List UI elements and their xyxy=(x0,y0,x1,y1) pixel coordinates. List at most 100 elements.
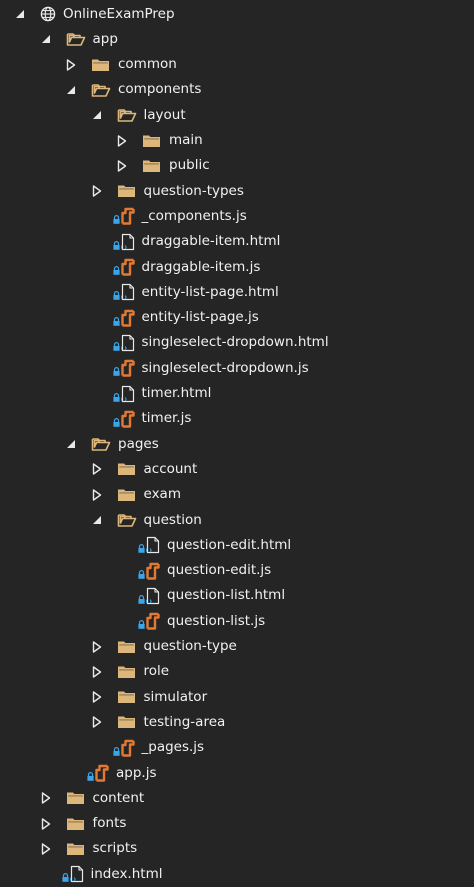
solution-explorer-tree: OnlineExamPrep app common components layout m… xyxy=(0,0,474,886)
folder-icon xyxy=(117,487,137,503)
collapsed-arrow-icon[interactable] xyxy=(89,487,105,503)
collapsed-arrow-icon[interactable] xyxy=(89,714,105,730)
html-file-icon xyxy=(120,233,135,251)
collapsed-arrow-icon[interactable] xyxy=(89,183,105,199)
tree-item[interactable]: _components.js xyxy=(0,204,474,229)
expanded-arrow-icon[interactable] xyxy=(38,31,54,47)
expanded-arrow-icon[interactable] xyxy=(89,107,105,123)
tree-item[interactable]: index.html xyxy=(0,862,474,887)
collapsed-arrow-icon[interactable] xyxy=(89,461,105,477)
expanded-arrow-icon[interactable] xyxy=(89,512,105,528)
tree-item-label: singleselect-dropdown.html xyxy=(141,334,329,351)
tree-item[interactable]: singleselect-dropdown.html xyxy=(0,330,474,355)
tree-item[interactable]: draggable-item.html xyxy=(0,229,474,254)
javascript-file-icon xyxy=(120,258,135,276)
tree-item[interactable]: question-edit.html xyxy=(0,533,474,558)
html-file-icon xyxy=(120,385,135,403)
collapsed-arrow-icon[interactable] xyxy=(89,664,105,680)
tree-item[interactable]: app.js xyxy=(0,761,474,786)
folder-icon xyxy=(117,639,137,655)
tree-item-label: entity-list-page.html xyxy=(141,283,279,300)
tree-item-label: timer.html xyxy=(141,385,212,401)
tree-item[interactable]: public xyxy=(0,153,474,178)
collapsed-arrow-icon[interactable] xyxy=(38,790,54,806)
tree-item[interactable]: scripts xyxy=(0,836,474,861)
folder-icon xyxy=(117,461,137,477)
tree-item[interactable]: main xyxy=(0,128,474,153)
tree-item-label: main xyxy=(169,132,203,148)
tree-item[interactable]: question-type xyxy=(0,634,474,659)
tree-item-label: layout xyxy=(143,106,186,123)
lock-icon xyxy=(112,740,120,756)
tree-item[interactable]: exam xyxy=(0,482,474,507)
tree-item-label: question-edit.js xyxy=(167,562,272,579)
tree-item[interactable]: entity-list-page.html xyxy=(0,280,474,305)
tree-item[interactable]: entity-list-page.js xyxy=(0,305,474,330)
tree-item-label: question-list.js xyxy=(167,612,266,629)
tree-item-label: pages xyxy=(118,435,159,452)
tree-item[interactable]: pages xyxy=(0,432,474,457)
lock-icon xyxy=(112,411,120,427)
expanded-arrow-icon[interactable] xyxy=(12,6,28,22)
tree-item-label: question-types xyxy=(143,182,244,199)
tree-item[interactable]: fonts xyxy=(0,811,474,836)
lock-icon xyxy=(138,563,145,579)
tree-item[interactable]: draggable-item.js xyxy=(0,255,474,280)
folder-icon xyxy=(117,714,137,730)
tree-item-label: common xyxy=(118,56,177,73)
lock-icon xyxy=(87,765,94,781)
javascript-file-icon xyxy=(95,764,109,782)
collapsed-arrow-icon[interactable] xyxy=(38,816,54,832)
tree-item[interactable]: singleselect-dropdown.js xyxy=(0,356,474,381)
tree-item-label: singleselect-dropdown.js xyxy=(141,359,309,376)
tree-item[interactable]: simulator xyxy=(0,685,474,710)
tree-item[interactable]: common xyxy=(0,52,474,77)
tree-item[interactable]: question-types xyxy=(0,179,474,204)
lock-icon xyxy=(61,866,69,882)
tree-item-label: _components.js xyxy=(141,207,247,224)
collapsed-arrow-icon[interactable] xyxy=(114,133,130,149)
tree-item[interactable]: OnlineExamPrep xyxy=(0,2,474,27)
folder-icon xyxy=(91,57,111,73)
tree-item[interactable]: content xyxy=(0,786,474,811)
tree-item[interactable]: question-edit.js xyxy=(0,558,474,583)
javascript-file-icon xyxy=(120,410,135,428)
expanded-arrow-icon[interactable] xyxy=(63,436,79,452)
tree-item-label: timer.js xyxy=(141,410,192,427)
tree-item[interactable]: timer.html xyxy=(0,381,474,406)
tree-item-label: draggable-item.js xyxy=(141,258,261,275)
tree-item-label: simulator xyxy=(143,688,208,705)
tree-item[interactable]: layout xyxy=(0,103,474,128)
tree-item[interactable]: _pages.js xyxy=(0,735,474,760)
tree-item[interactable]: account xyxy=(0,457,474,482)
collapsed-arrow-icon[interactable] xyxy=(89,689,105,705)
expanded-arrow-icon[interactable] xyxy=(63,82,79,98)
tree-item-label: _pages.js xyxy=(141,739,205,756)
html-file-icon xyxy=(69,865,84,883)
folder-open-icon xyxy=(117,107,137,123)
collapsed-arrow-icon[interactable] xyxy=(114,158,130,174)
collapsed-arrow-icon[interactable] xyxy=(38,841,54,857)
folder-open-icon xyxy=(66,31,86,47)
collapsed-arrow-icon[interactable] xyxy=(89,639,105,655)
tree-item[interactable]: components xyxy=(0,77,474,102)
lock-icon xyxy=(138,537,145,554)
tree-item-label: index.html xyxy=(90,865,163,882)
tree-item[interactable]: question xyxy=(0,508,474,533)
tree-item-label: fonts xyxy=(92,815,127,832)
collapsed-arrow-icon[interactable] xyxy=(63,57,79,73)
tree-item[interactable]: role xyxy=(0,659,474,684)
tree-item[interactable]: question-list.js xyxy=(0,609,474,634)
tree-item[interactable]: question-list.html xyxy=(0,583,474,608)
tree-item[interactable]: app xyxy=(0,27,474,52)
tree-item[interactable]: testing-area xyxy=(0,710,474,735)
tree-item[interactable]: timer.js xyxy=(0,406,474,431)
lock-icon xyxy=(112,208,120,225)
